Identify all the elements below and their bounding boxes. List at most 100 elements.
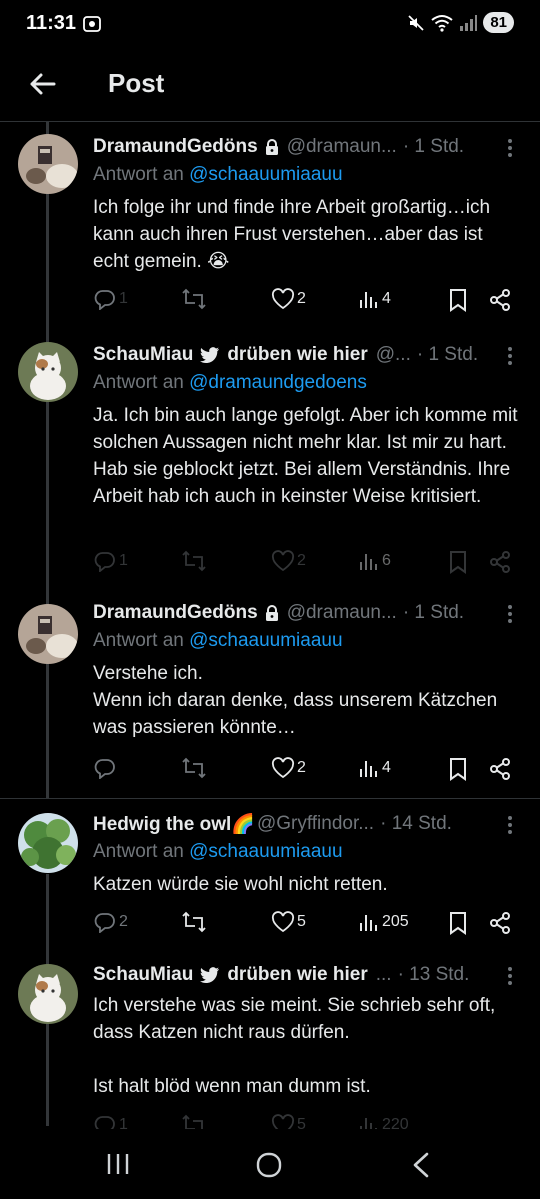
views-button[interactable]: 4 bbox=[358, 288, 391, 310]
author-name[interactable]: DramaundGedöns bbox=[93, 602, 258, 624]
post-header: Post bbox=[0, 48, 540, 122]
system-nav-bar bbox=[0, 1129, 540, 1199]
author-name[interactable]: DramaundGedöns bbox=[93, 136, 258, 158]
reply-context: Antwort an @dramaundgedoens bbox=[93, 372, 523, 398]
status-bar: 11:31 81 bbox=[0, 0, 540, 48]
more-options-icon[interactable] bbox=[507, 966, 513, 986]
tweet-time: · 13 Std. bbox=[397, 964, 470, 985]
tweet[interactable]: DramaundGedöns @dramaun... · 1 Std. Antw… bbox=[0, 122, 540, 334]
like-button[interactable]: 2 bbox=[271, 550, 306, 572]
reply-button[interactable]: 1 bbox=[93, 288, 128, 310]
avatar[interactable] bbox=[18, 134, 78, 194]
reply-prefix: Antwort an bbox=[93, 841, 184, 862]
tweet[interactable]: SchauMiau drüben wie hier ... · 13 Std. … bbox=[0, 950, 540, 1130]
author-name[interactable]: Hedwig the owl🌈 bbox=[93, 812, 255, 836]
recent-apps-icon[interactable] bbox=[105, 1151, 131, 1177]
author-handle[interactable]: @dramaun... bbox=[287, 136, 397, 158]
page-title: Post bbox=[108, 68, 165, 98]
more-options-icon[interactable] bbox=[507, 138, 513, 158]
author-handle[interactable]: ... bbox=[376, 964, 392, 986]
bookmark-icon[interactable] bbox=[448, 911, 468, 935]
tweet-time: · 14 Std. bbox=[380, 813, 452, 834]
author-name-suffix[interactable]: drüben wie hier bbox=[227, 344, 367, 366]
share-icon[interactable] bbox=[489, 288, 511, 312]
avatar[interactable] bbox=[18, 964, 78, 1024]
tweet[interactable]: Hedwig the owl🌈 @Gryffindor... · 14 Std.… bbox=[0, 798, 540, 950]
reply-mention-link[interactable]: @schaauumiaauu bbox=[189, 841, 342, 862]
reply-count: 2 bbox=[119, 913, 128, 930]
avatar[interactable] bbox=[18, 604, 78, 664]
author-handle[interactable]: @Gryffindor... bbox=[257, 813, 374, 835]
author-handle[interactable]: @dramaun... bbox=[287, 602, 397, 624]
like-button[interactable]: 5 bbox=[271, 911, 306, 933]
views-button[interactable]: 6 bbox=[358, 550, 391, 572]
back-arrow-icon[interactable] bbox=[26, 68, 58, 100]
more-options-icon[interactable] bbox=[507, 815, 513, 835]
signal-icon bbox=[460, 14, 478, 31]
author-name[interactable]: SchauMiau bbox=[93, 964, 193, 986]
reply-prefix: Antwort an bbox=[93, 164, 184, 185]
more-options-icon[interactable] bbox=[507, 346, 513, 366]
like-button[interactable]: 2 bbox=[271, 757, 306, 779]
reply-icon bbox=[94, 290, 115, 310]
retweet-button[interactable] bbox=[181, 550, 209, 572]
tweet[interactable]: DramaundGedöns @dramaun... · 1 Std. Antw… bbox=[0, 596, 540, 798]
reply-button[interactable]: 1 bbox=[93, 550, 128, 572]
retweet-icon bbox=[182, 757, 206, 779]
tweet-actions: 2 5 205 bbox=[93, 911, 523, 937]
retweet-button[interactable] bbox=[181, 757, 209, 779]
tweet-actions: 2 4 bbox=[93, 757, 523, 783]
tweet-text: Verstehe ich. Wenn ich daran denke, dass… bbox=[93, 663, 498, 738]
reply-mention-link[interactable]: @schaauumiaauu bbox=[189, 164, 342, 185]
bookmark-icon[interactable] bbox=[448, 550, 468, 574]
lock-icon bbox=[265, 605, 278, 621]
home-icon[interactable] bbox=[255, 1151, 283, 1179]
share-icon[interactable] bbox=[489, 550, 511, 574]
tweet-text: Ich verstehe was sie meint. Sie schrieb … bbox=[93, 995, 496, 1097]
bookmark-icon[interactable] bbox=[448, 288, 468, 312]
bookmark-icon[interactable] bbox=[448, 757, 468, 781]
view-count: 220 bbox=[382, 1116, 409, 1130]
reply-mention-link[interactable]: @dramaundgedoens bbox=[189, 372, 367, 393]
share-icon[interactable] bbox=[489, 757, 511, 781]
like-button[interactable]: 5 bbox=[271, 1114, 306, 1130]
reply-count: 1 bbox=[119, 1116, 128, 1130]
view-count: 205 bbox=[382, 913, 409, 930]
views-button[interactable]: 205 bbox=[358, 911, 409, 933]
tweet-time: · 1 Std. bbox=[402, 602, 465, 623]
like-button[interactable]: 2 bbox=[271, 288, 306, 310]
nav-back-icon[interactable] bbox=[410, 1151, 432, 1179]
view-count: 4 bbox=[382, 759, 391, 776]
heart-icon bbox=[271, 1114, 295, 1130]
avatar[interactable] bbox=[18, 813, 78, 873]
reply-button[interactable]: 1 bbox=[93, 1114, 128, 1130]
reply-icon bbox=[94, 1116, 115, 1130]
retweet-button[interactable] bbox=[181, 288, 209, 310]
reply-button[interactable]: 2 bbox=[93, 911, 128, 933]
like-count: 5 bbox=[297, 913, 306, 930]
retweet-button[interactable] bbox=[181, 1114, 209, 1130]
reply-prefix: Antwort an bbox=[93, 372, 184, 393]
reply-prefix: Antwort an bbox=[93, 630, 184, 651]
heart-icon bbox=[271, 911, 295, 933]
tweet-time: · 1 Std. bbox=[416, 344, 479, 365]
retweet-icon bbox=[182, 288, 206, 310]
more-options-icon[interactable] bbox=[507, 604, 513, 624]
reply-context: Antwort an @schaauumiaauu bbox=[93, 841, 523, 867]
bird-icon bbox=[200, 347, 220, 363]
battery-level: 81 bbox=[483, 12, 514, 33]
retweet-button[interactable] bbox=[181, 911, 209, 933]
tweet[interactable]: SchauMiau drüben wie hier @... · 1 Std. … bbox=[0, 334, 540, 596]
views-button[interactable]: 4 bbox=[358, 757, 391, 779]
heart-icon bbox=[271, 757, 295, 779]
author-name[interactable]: SchauMiau bbox=[93, 344, 193, 366]
like-count: 2 bbox=[297, 290, 306, 307]
author-name-suffix[interactable]: drüben wie hier bbox=[227, 964, 367, 986]
views-button[interactable]: 220 bbox=[358, 1114, 409, 1130]
avatar[interactable] bbox=[18, 342, 78, 402]
author-handle[interactable]: @... bbox=[376, 344, 411, 366]
reply-mention-link[interactable]: @schaauumiaauu bbox=[189, 630, 342, 651]
share-icon[interactable] bbox=[489, 911, 511, 935]
like-count: 5 bbox=[297, 1116, 306, 1130]
reply-button[interactable] bbox=[93, 757, 119, 779]
